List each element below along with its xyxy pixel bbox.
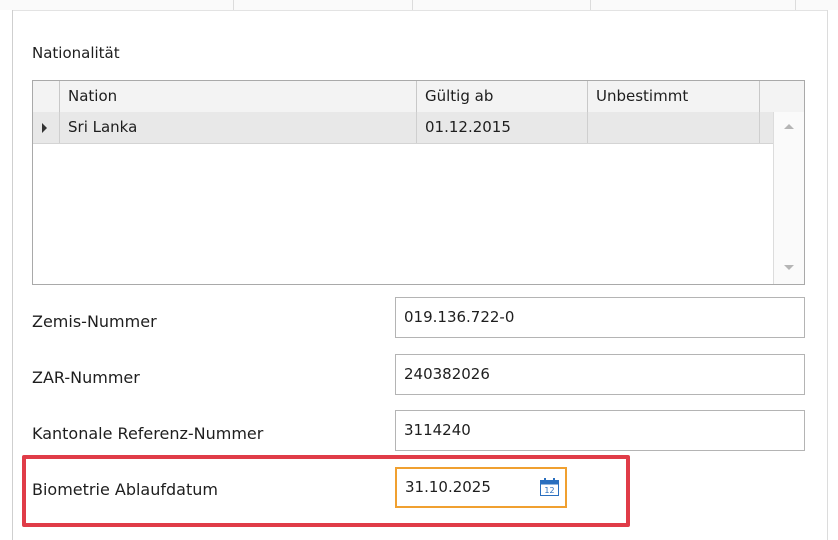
panel-left-border <box>0 10 13 540</box>
grid-scrollbar[interactable] <box>773 112 804 284</box>
column-header-unbestimmt[interactable]: Unbestimmt <box>588 81 760 112</box>
divider <box>795 0 796 10</box>
scroll-up-arrow-icon[interactable] <box>784 124 794 129</box>
cell-nation[interactable]: Sri Lanka <box>60 112 417 143</box>
header-filler <box>760 81 804 112</box>
row-pointer-icon <box>42 123 47 133</box>
divider <box>590 0 591 10</box>
nationality-section-label: Nationalität <box>32 44 120 62</box>
kanton-referenz-field[interactable]: 3114240 <box>395 410 805 451</box>
column-header-gueltig-ab[interactable]: Gültig ab <box>417 81 588 112</box>
zemis-label: Zemis-Nummer <box>32 312 157 331</box>
zar-label: ZAR-Nummer <box>32 368 140 387</box>
header-indicator-cell <box>33 81 60 112</box>
nationality-grid[interactable]: Nation Gültig ab Unbestimmt Sri Lanka 01… <box>32 80 805 285</box>
cell-unbestimmt[interactable] <box>588 112 760 143</box>
grid-header: Nation Gültig ab Unbestimmt <box>33 81 804 113</box>
zemis-field[interactable]: 019.136.722-0 <box>395 297 805 338</box>
scroll-down-arrow-icon[interactable] <box>784 265 794 270</box>
divider <box>412 0 413 10</box>
top-strip <box>0 0 838 11</box>
column-header-nation[interactable]: Nation <box>60 81 417 112</box>
table-row[interactable]: Sri Lanka 01.12.2015 <box>33 112 773 144</box>
cell-gueltig-ab[interactable]: 01.12.2015 <box>417 112 588 143</box>
divider <box>233 0 234 10</box>
kanton-referenz-label: Kantonale Referenz-Nummer <box>32 424 264 443</box>
panel-right-border <box>827 10 838 540</box>
row-indicator[interactable] <box>33 112 60 143</box>
zar-field[interactable]: 240382026 <box>395 354 805 395</box>
highlight-annotation-box <box>22 455 630 527</box>
